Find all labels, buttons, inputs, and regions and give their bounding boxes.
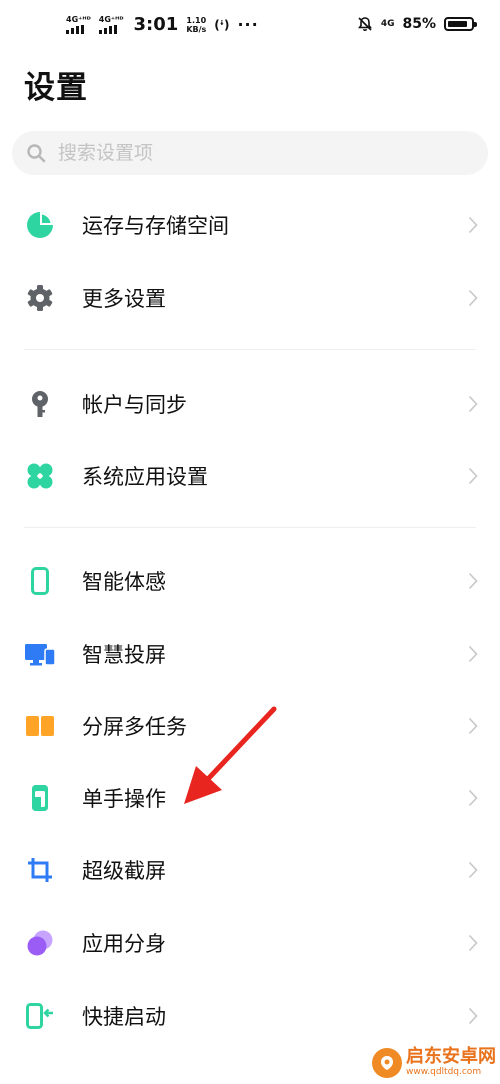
gear-icon — [24, 282, 56, 314]
menu-item-label: 单手操作 — [82, 787, 166, 811]
key-icon — [24, 388, 56, 420]
search-input[interactable] — [56, 141, 440, 165]
watermark-logo-icon — [372, 1047, 402, 1078]
menu-item-accounts-sync[interactable]: 帐户与同步 — [0, 372, 500, 436]
battery-fill — [448, 21, 467, 27]
status-time: 3:01 — [133, 14, 179, 35]
hotspot-icon: (ᶤ) — [214, 17, 230, 32]
menu-item-label: 智能体感 — [82, 570, 166, 594]
more-notifications-icon: ··· — [237, 15, 259, 34]
chevron-right-icon — [468, 934, 478, 952]
split-screen-icon — [24, 710, 56, 742]
quick-launch-icon — [24, 1000, 56, 1032]
menu-item-quick-launch[interactable]: 快捷启动 — [0, 984, 500, 1048]
section-divider — [24, 527, 476, 528]
one-hand-icon — [24, 782, 56, 814]
menu-item-smart-motion[interactable]: 智能体感 — [0, 549, 500, 613]
storage-pie-icon — [24, 209, 56, 241]
menu-item-system-apps[interactable]: 系统应用设置 — [0, 444, 500, 508]
menu-item-screen-cast[interactable]: 智慧投屏 — [0, 622, 500, 686]
watermark-text: 启东安卓网 — [406, 1046, 496, 1067]
menu-item-label: 运存与存储空间 — [82, 214, 229, 238]
network-type: 4G — [380, 19, 395, 29]
battery-percent: 85% — [402, 16, 436, 32]
menu-item-label: 系统应用设置 — [82, 465, 208, 489]
sim2-signal-icon: 4G⁺ᴴᴰ — [98, 15, 124, 34]
site-watermark: 启东安卓网 www.qdltdq.com — [372, 1047, 496, 1078]
chevron-right-icon — [468, 861, 478, 879]
network-speed: 1.10 KB/s — [186, 16, 206, 34]
search-bar[interactable] — [12, 131, 488, 175]
sim1-signal-icon: 4G⁺ᴴᴰ — [66, 15, 91, 34]
four-petal-icon — [24, 460, 56, 492]
menu-item-one-hand[interactable]: 单手操作 — [0, 766, 500, 830]
chevron-right-icon — [468, 789, 478, 807]
chevron-right-icon — [468, 717, 478, 735]
menu-item-app-clone[interactable]: 应用分身 — [0, 911, 500, 975]
menu-item-label: 帐户与同步 — [82, 393, 187, 417]
clone-circles-icon — [24, 927, 56, 959]
page-title: 设置 — [24, 70, 88, 106]
menu-item-super-screenshot[interactable]: 超级截屏 — [0, 838, 500, 902]
mute-bell-icon — [357, 17, 372, 31]
menu-item-label: 应用分身 — [82, 932, 166, 956]
chevron-right-icon — [468, 216, 478, 234]
battery-icon — [444, 17, 477, 31]
watermark-url: www.qdltdq.com — [406, 1067, 482, 1077]
speed-value: 1.10 — [186, 15, 207, 25]
phone-outline-icon — [24, 565, 56, 597]
search-icon — [27, 144, 46, 163]
menu-item-label: 智慧投屏 — [82, 643, 166, 667]
menu-item-more-settings[interactable]: 更多设置 — [0, 266, 500, 330]
section-divider — [24, 349, 476, 350]
screen-cast-icon — [24, 638, 56, 670]
speed-unit: KB/s — [186, 24, 207, 34]
menu-item-label: 分屏多任务 — [82, 715, 187, 739]
menu-item-label: 更多设置 — [82, 287, 166, 311]
status-bar: 4G⁺ᴴᴰ 4G⁺ᴴᴰ 3:01 1.10 KB/s (ᶤ) ··· 4G 85… — [0, 0, 500, 56]
crop-icon — [24, 854, 56, 886]
sim1-label: 4G⁺ᴴᴰ — [66, 15, 91, 24]
menu-item-label: 快捷启动 — [82, 1005, 166, 1029]
chevron-right-icon — [468, 645, 478, 663]
menu-item-storage[interactable]: 运存与存储空间 — [0, 193, 500, 257]
menu-item-split-screen[interactable]: 分屏多任务 — [0, 694, 500, 758]
chevron-right-icon — [468, 289, 478, 307]
sim2-label: 4G⁺ᴴᴰ — [98, 15, 124, 24]
chevron-right-icon — [468, 395, 478, 413]
chevron-right-icon — [468, 572, 478, 590]
chevron-right-icon — [468, 1007, 478, 1025]
menu-item-label: 超级截屏 — [82, 859, 166, 883]
chevron-right-icon — [468, 467, 478, 485]
